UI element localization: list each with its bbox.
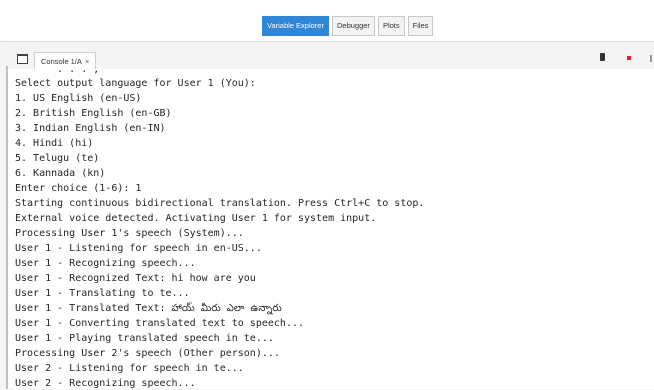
- tab-debugger[interactable]: Debugger: [331, 16, 375, 36]
- console-line: User 1 - Translated Text: హాయ్ మీరు ఎలా …: [15, 303, 282, 314]
- console-line: 5. Telugu (te): [15, 153, 100, 164]
- options-icon[interactable]: [650, 55, 652, 62]
- console-line: User 1 - Translating to te...: [15, 288, 190, 299]
- console-line: User 1 - Playing translated speech in te…: [15, 333, 274, 344]
- console-line: 2. British English (en-GB): [15, 108, 172, 119]
- console-line: User 1 - Listening for speech in en-US..…: [15, 243, 262, 254]
- console-line: User 2 - Listening for speech in te...: [15, 363, 244, 374]
- console-line: 4. Hindi (hi): [15, 138, 94, 149]
- tab-files[interactable]: Files: [407, 16, 434, 36]
- console-line: Processing User 2's speech (Other person…: [15, 348, 280, 359]
- console-line: Enter choice (1-6): 1: [15, 183, 142, 194]
- console-line: Select output language for User 1 (You):: [15, 78, 256, 89]
- tab-plots[interactable]: Plots: [377, 16, 405, 36]
- console-line: Starting continuous bidirectional transl…: [15, 198, 425, 209]
- console-line: Processing User 1's speech (System)...: [15, 228, 244, 239]
- console-tab[interactable]: Console 1/A ×: [34, 52, 97, 70]
- console-line: User 1 - Converting translated text to s…: [15, 318, 304, 329]
- top-strip: Variable Explorer Debugger Plots Files: [0, 0, 654, 40]
- tab-variable-explorer[interactable]: Variable Explorer: [262, 16, 329, 36]
- console-line: 6. Kannada (kn): [15, 168, 106, 179]
- console-line: User 1 - Recognized Text: hi how are you: [15, 273, 256, 284]
- pane-tabs: Variable Explorer Debugger Plots Files: [262, 16, 434, 36]
- console-output[interactable]: . . . , Select output language for User …: [8, 69, 654, 389]
- close-icon[interactable]: ×: [85, 57, 89, 66]
- console-line: User 2 - Recognizing speech...: [15, 378, 196, 389]
- console-line: 1. US English (en-US): [15, 93, 142, 104]
- console-line: User 1 - Recognizing speech...: [15, 258, 196, 269]
- window-icon[interactable]: [17, 54, 28, 64]
- console-line: External voice detected. Activating User…: [15, 213, 377, 224]
- document-icon[interactable]: [600, 53, 605, 61]
- console-line: 3. Indian English (en-IN): [15, 123, 166, 134]
- console-tab-label: Console 1/A: [41, 57, 82, 66]
- console-toolbar: [8, 42, 654, 69]
- stop-icon[interactable]: [627, 56, 631, 60]
